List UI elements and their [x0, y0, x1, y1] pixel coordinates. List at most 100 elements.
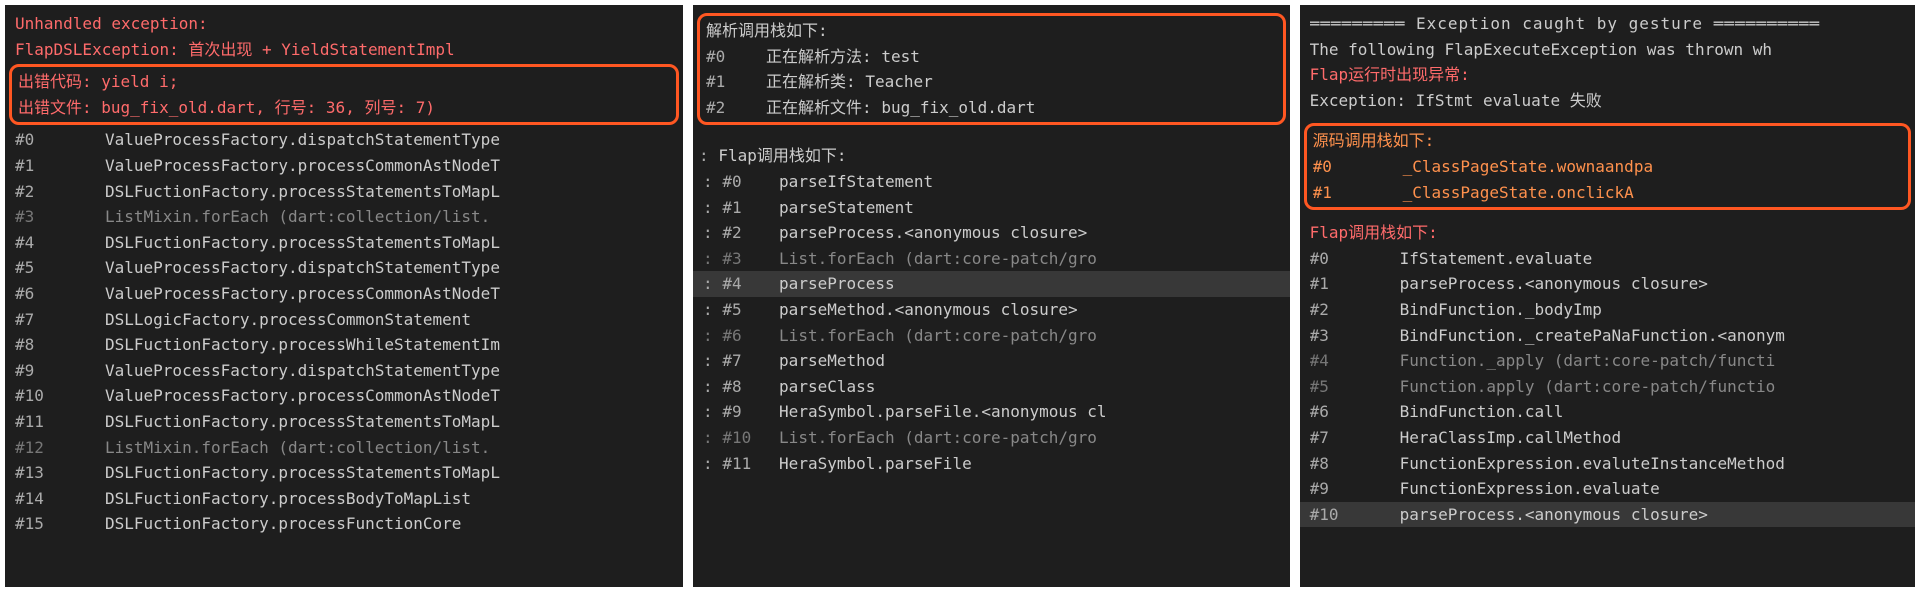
- source-stack-frames: #0_ClassPageState.wownaandpa#1_ClassPage…: [1313, 154, 1902, 205]
- stack-frame[interactable]: : #8parseClass: [703, 374, 1280, 400]
- frame-number: #3: [1310, 323, 1400, 349]
- frame-number: #10: [15, 383, 105, 409]
- exception-caught-header: ═════════ Exception caught by gesture ══…: [1310, 11, 1905, 37]
- error-code-line: 出错代码: yield i;: [18, 69, 670, 95]
- exception-message: FlapDSLException: 首次出现 + YieldStatementI…: [15, 37, 673, 63]
- frame-number: #2: [706, 95, 766, 121]
- stack-frame[interactable]: #6ValueProcessFactory.processCommonAstNo…: [15, 281, 673, 307]
- frame-text: DSLFuctionFactory.processStatementsToMap…: [105, 233, 500, 252]
- frame-text: HeraSymbol.parseFile.<anonymous cl: [779, 402, 1107, 421]
- frame-text: ListMixin.forEach (dart:collection/list.: [105, 207, 490, 226]
- stack-frame[interactable]: : #10List.forEach (dart:core-patch/gro: [703, 425, 1280, 451]
- stack-frames-list: #0ValueProcessFactory.dispatchStatementT…: [15, 127, 673, 537]
- stack-frame[interactable]: : #11HeraSymbol.parseFile: [703, 451, 1280, 477]
- frame-number: #0: [706, 44, 766, 70]
- stack-frame[interactable]: #0ValueProcessFactory.dispatchStatementT…: [15, 127, 673, 153]
- frame-text: FunctionExpression.evaluteInstanceMethod: [1400, 454, 1785, 473]
- frame-number: #1: [706, 69, 766, 95]
- stack-frame[interactable]: #5Function.apply (dart:core-patch/functi…: [1310, 374, 1905, 400]
- stack-frame[interactable]: #10ValueProcessFactory.processCommonAstN…: [15, 383, 673, 409]
- frame-text: _ClassPageState.wownaandpa: [1403, 157, 1653, 176]
- stack-frame[interactable]: : #5parseMethod.<anonymous closure>: [703, 297, 1280, 323]
- stack-frame[interactable]: #13DSLFuctionFactory.processStatementsTo…: [15, 460, 673, 486]
- frame-number: #2: [1310, 297, 1400, 323]
- stack-frame[interactable]: #7HeraClassImp.callMethod: [1310, 425, 1905, 451]
- frame-number: : #10: [703, 425, 779, 451]
- stack-frame[interactable]: #0IfStatement.evaluate: [1310, 246, 1905, 272]
- frame-text: parseIfStatement: [779, 172, 933, 191]
- frame-number: : #7: [703, 348, 779, 374]
- frame-number: #9: [1310, 476, 1400, 502]
- frame-number: #4: [1310, 348, 1400, 374]
- frame-text: 正在解析文件: bug_fix_old.dart: [766, 98, 1035, 117]
- frame-text: Function._apply (dart:core-patch/functi: [1400, 351, 1776, 370]
- stack-frame[interactable]: : #7parseMethod: [703, 348, 1280, 374]
- frame-number: : #0: [703, 169, 779, 195]
- frame-number: #2: [15, 179, 105, 205]
- stack-frame[interactable]: : #1parseStatement: [703, 195, 1280, 221]
- frame-text: ListMixin.forEach (dart:collection/list.: [105, 438, 490, 457]
- frame-text: parseStatement: [779, 198, 914, 217]
- stack-frame[interactable]: : #9HeraSymbol.parseFile.<anonymous cl: [703, 399, 1280, 425]
- stack-frame[interactable]: #9FunctionExpression.evaluate: [1310, 476, 1905, 502]
- parse-stack-header: 解析调用栈如下:: [706, 18, 1277, 44]
- stack-trace-panel-1: Unhandled exception: FlapDSLException: 首…: [5, 5, 683, 587]
- frame-text: parseMethod.<anonymous closure>: [779, 300, 1078, 319]
- stack-frame[interactable]: #2BindFunction._bodyImp: [1310, 297, 1905, 323]
- stack-frame[interactable]: #14DSLFuctionFactory.processBodyToMapLis…: [15, 486, 673, 512]
- stack-frame[interactable]: #5ValueProcessFactory.dispatchStatementT…: [15, 255, 673, 281]
- stack-frame[interactable]: : #4parseProcess: [693, 271, 1290, 297]
- stack-frame[interactable]: #7DSLLogicFactory.processCommonStatement: [15, 307, 673, 333]
- stack-frame[interactable]: #1ValueProcessFactory.processCommonAstNo…: [15, 153, 673, 179]
- stack-frame[interactable]: #2正在解析文件: bug_fix_old.dart: [706, 95, 1277, 121]
- frame-number: #11: [15, 409, 105, 435]
- frame-number: : #4: [703, 271, 779, 297]
- stack-frame[interactable]: #1parseProcess.<anonymous closure>: [1310, 271, 1905, 297]
- stack-frame[interactable]: : #6List.forEach (dart:core-patch/gro: [703, 323, 1280, 349]
- frame-number: #8: [15, 332, 105, 358]
- frame-text: _ClassPageState.onclickA: [1403, 183, 1634, 202]
- frame-number: : #9: [703, 399, 779, 425]
- stack-frame[interactable]: #6BindFunction.call: [1310, 399, 1905, 425]
- stack-frame[interactable]: #8DSLFuctionFactory.processWhileStatemen…: [15, 332, 673, 358]
- stack-frame[interactable]: #12ListMixin.forEach (dart:collection/li…: [15, 435, 673, 461]
- parse-stack-highlight: 解析调用栈如下: #0正在解析方法: test#1正在解析类: Teacher#…: [697, 13, 1286, 125]
- frame-number: #1: [15, 153, 105, 179]
- stack-frame[interactable]: #4DSLFuctionFactory.processStatementsToM…: [15, 230, 673, 256]
- stack-frame[interactable]: #1正在解析类: Teacher: [706, 69, 1277, 95]
- frame-text: DSLFuctionFactory.processStatementsToMap…: [105, 463, 500, 482]
- frame-number: #7: [1310, 425, 1400, 451]
- stack-frame[interactable]: #4Function._apply (dart:core-patch/funct…: [1310, 348, 1905, 374]
- stack-frame[interactable]: #15DSLFuctionFactory.processFunctionCore: [15, 511, 673, 537]
- frame-text: DSLFuctionFactory.processBodyToMapList: [105, 489, 471, 508]
- stack-frame[interactable]: #3ListMixin.forEach (dart:collection/lis…: [15, 204, 673, 230]
- frame-number: #5: [15, 255, 105, 281]
- stack-frame[interactable]: #11DSLFuctionFactory.processStatementsTo…: [15, 409, 673, 435]
- stack-frame[interactable]: : #2parseProcess.<anonymous closure>: [703, 220, 1280, 246]
- stack-frame[interactable]: #3BindFunction._createPaNaFunction.<anon…: [1310, 323, 1905, 349]
- stack-frame[interactable]: #10parseProcess.<anonymous closure>: [1300, 502, 1915, 528]
- flap-stack-frames: #0IfStatement.evaluate#1parseProcess.<an…: [1310, 246, 1905, 528]
- frame-number: #14: [15, 486, 105, 512]
- frame-text: BindFunction._bodyImp: [1400, 300, 1602, 319]
- frame-number: #1: [1313, 180, 1403, 206]
- frame-text: Function.apply (dart:core-patch/functio: [1400, 377, 1776, 396]
- stack-frame[interactable]: : #3List.forEach (dart:core-patch/gro: [703, 246, 1280, 272]
- stack-frame[interactable]: #0_ClassPageState.wownaandpa: [1313, 154, 1902, 180]
- exception-detail: Exception: IfStmt evaluate 失败: [1310, 88, 1905, 114]
- stack-frame[interactable]: #9ValueProcessFactory.dispatchStatementT…: [15, 358, 673, 384]
- stack-frame[interactable]: : #0parseIfStatement: [703, 169, 1280, 195]
- stack-frame[interactable]: #2DSLFuctionFactory.processStatementsToM…: [15, 179, 673, 205]
- stack-frame[interactable]: #0正在解析方法: test: [706, 44, 1277, 70]
- frame-number: : #3: [703, 246, 779, 272]
- stack-frame[interactable]: #8FunctionExpression.evaluteInstanceMeth…: [1310, 451, 1905, 477]
- flap-stack-frames: : #0parseIfStatement: #1parseStatement: …: [703, 169, 1280, 476]
- frame-text: parseMethod: [779, 351, 885, 370]
- frame-text: DSLLogicFactory.processCommonStatement: [105, 310, 471, 329]
- stack-frame[interactable]: #1_ClassPageState.onclickA: [1313, 180, 1902, 206]
- frame-number: : #5: [703, 297, 779, 323]
- frame-number: #8: [1310, 451, 1400, 477]
- stack-trace-panel-3: ═════════ Exception caught by gesture ══…: [1300, 5, 1915, 587]
- frame-number: #15: [15, 511, 105, 537]
- frame-text: BindFunction._createPaNaFunction.<anonym: [1400, 326, 1785, 345]
